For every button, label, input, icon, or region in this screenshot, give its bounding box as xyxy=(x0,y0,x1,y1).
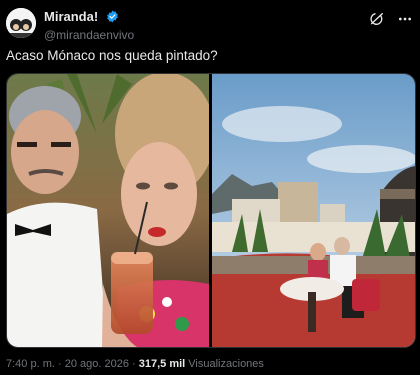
post-text: Acaso Mónaco nos queda pintado? xyxy=(6,48,218,63)
grok-icon[interactable] xyxy=(368,10,386,28)
post-time[interactable]: 7:40 p. m. xyxy=(6,358,55,370)
post-header: Miranda! @mirandaenvivo xyxy=(6,6,414,42)
more-icon[interactable] xyxy=(396,10,414,28)
avatar[interactable] xyxy=(6,8,36,38)
photo-terrace[interactable] xyxy=(212,74,415,347)
post-date[interactable]: 20 ago. 2026 xyxy=(65,358,129,370)
meta-separator: · xyxy=(57,358,62,370)
author-display-name[interactable]: Miranda! xyxy=(44,9,98,24)
meta-separator-2: · xyxy=(132,358,136,370)
author-handle[interactable]: @mirandaenvivo xyxy=(44,28,134,43)
verified-badge-icon xyxy=(106,10,119,28)
views-count: 317,5 mil xyxy=(138,358,186,370)
post-media xyxy=(6,73,416,348)
author-names: Miranda! @mirandaenvivo xyxy=(44,8,134,43)
header-actions xyxy=(368,10,414,28)
post-meta: 7:40 p. m. · 20 ago. 2026 · 317,5 mil Vi… xyxy=(6,358,264,370)
photo-selfie[interactable] xyxy=(7,74,209,347)
views-label: Visualizaciones xyxy=(188,358,264,370)
